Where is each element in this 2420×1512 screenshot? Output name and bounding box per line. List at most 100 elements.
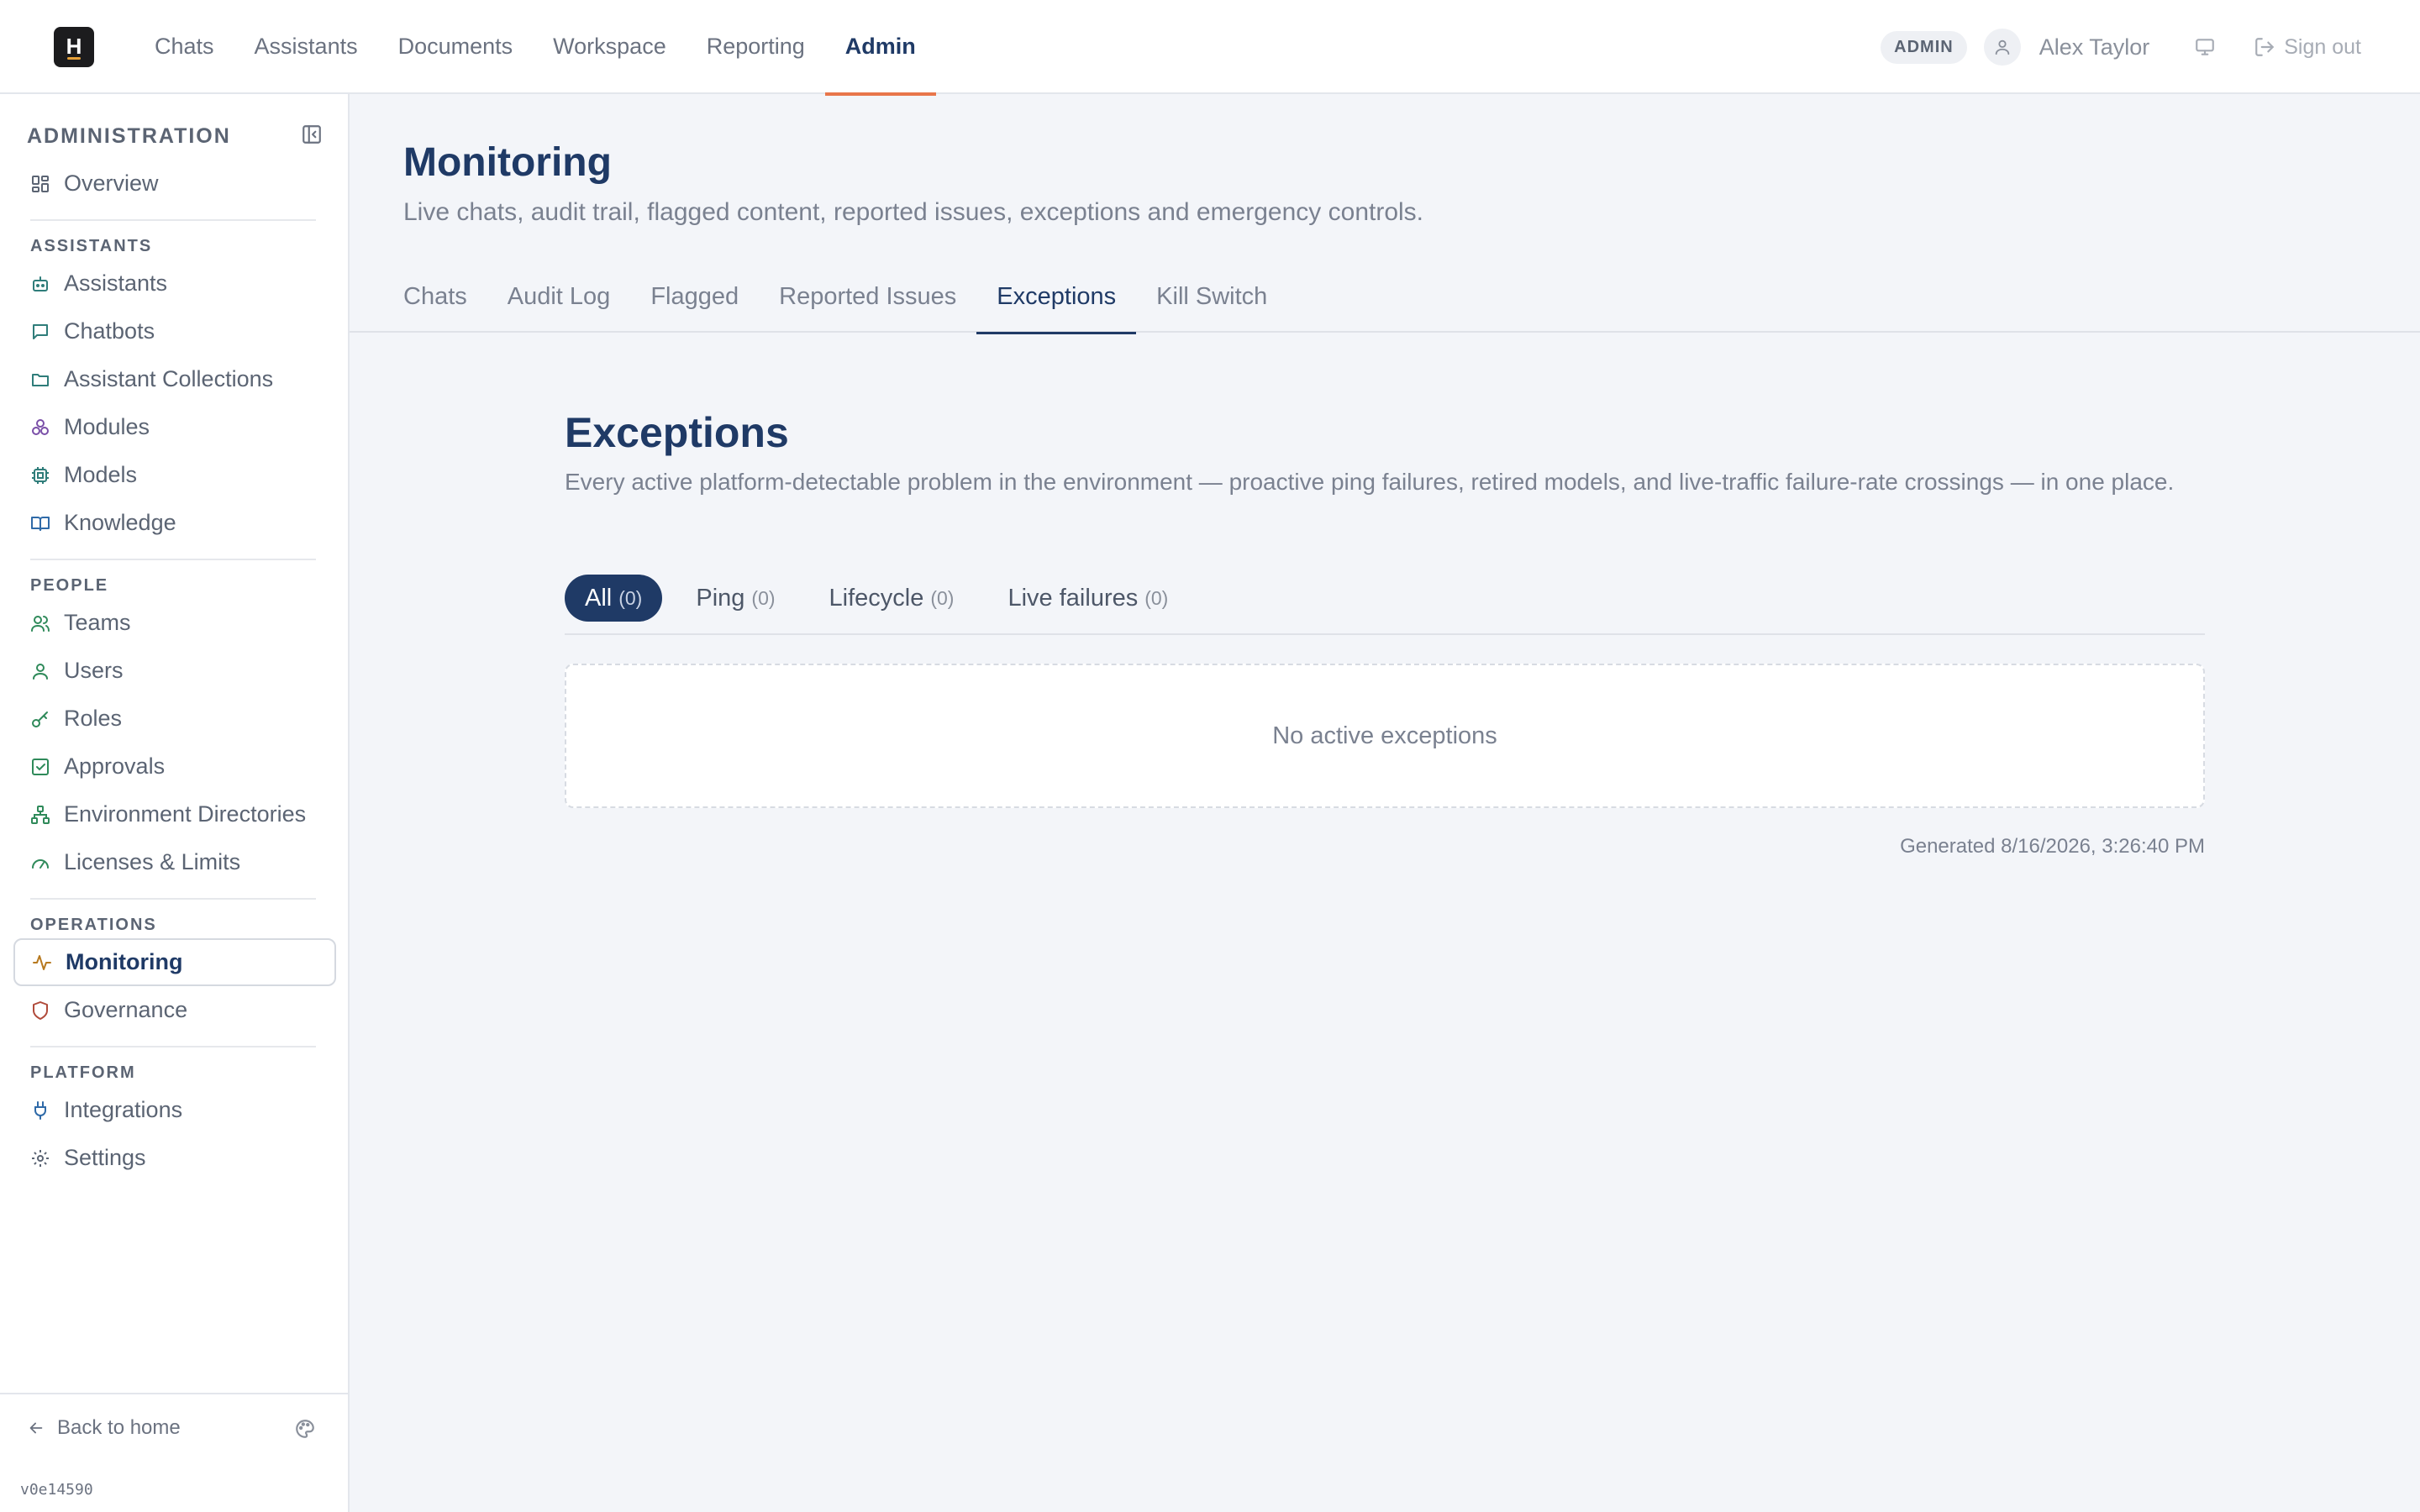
monitoring-tabs: Chats Audit Log Flagged Reported Issues …	[350, 270, 2420, 334]
sidebar-title: ADMINISTRATION	[27, 123, 231, 148]
filter-label: Ping	[696, 584, 745, 612]
divider	[30, 1046, 316, 1047]
sidebar-item-teams[interactable]: Teams	[13, 599, 336, 647]
nav-admin[interactable]: Admin	[824, 0, 936, 96]
tab-flagged[interactable]: Flagged	[630, 270, 759, 333]
tab-chats[interactable]: Chats	[383, 270, 487, 333]
sidebar-item-models[interactable]: Models	[13, 451, 336, 499]
gear-icon	[32, 1149, 49, 1167]
sidebar-item-monitoring[interactable]: Monitoring	[13, 938, 336, 986]
divider	[30, 898, 316, 900]
admin-sidebar: ADMINISTRATION Overview ASSISTANTS Assis…	[0, 94, 350, 1512]
sidebar-header: ADMINISTRATION	[27, 121, 323, 151]
filter-label: Lifecycle	[829, 584, 924, 612]
book-open-icon	[31, 516, 50, 531]
role-badge: ADMIN	[1881, 30, 1967, 64]
tab-reported-issues[interactable]: Reported Issues	[759, 270, 976, 333]
sidebar-item-integrations[interactable]: Integrations	[13, 1086, 336, 1134]
sidebar-item-label: Settings	[64, 1145, 146, 1170]
collapse-sidebar-button[interactable]	[301, 123, 323, 150]
sidebar-item-label: Overview	[64, 171, 159, 196]
section-title: Exceptions	[565, 409, 789, 456]
sidebar-item-licenses-limits[interactable]: Licenses & Limits	[13, 838, 336, 886]
section-description: Every active platform-detectable problem…	[565, 469, 2175, 495]
filter-count: (0)	[751, 586, 776, 609]
sign-out-button[interactable]: Sign out	[2254, 35, 2361, 60]
user-icon	[1995, 39, 2009, 55]
sidebar-item-label: Environment Directories	[64, 801, 307, 827]
user-area: ADMIN Alex Taylor Sign out	[1881, 0, 2361, 94]
shield-icon	[33, 1000, 48, 1020]
page-title: Monitoring	[403, 140, 612, 185]
sidebar-item-roles[interactable]: Roles	[13, 695, 336, 743]
sidebar-item-modules[interactable]: Modules	[13, 403, 336, 451]
display-mode-button[interactable]	[2186, 29, 2223, 66]
nav-workspace[interactable]: Workspace	[533, 0, 687, 94]
sidebar-item-overview[interactable]: Overview	[13, 160, 336, 207]
divider	[30, 219, 316, 221]
filter-label: All	[585, 584, 613, 612]
sidebar-item-label: Assistant Collections	[64, 366, 274, 391]
sidebar-item-assistant-collections[interactable]: Assistant Collections	[13, 355, 336, 403]
sign-out-label: Sign out	[2284, 34, 2361, 59]
sidebar-item-assistants[interactable]: Assistants	[13, 260, 336, 307]
filter-count: (0)	[1144, 586, 1169, 609]
sidebar-item-label: Assistants	[64, 270, 168, 296]
back-to-home-label: Back to home	[57, 1416, 181, 1439]
avatar[interactable]	[1983, 29, 2021, 66]
page-subtitle: Live chats, audit trail, flagged content…	[403, 198, 1424, 226]
filter-label: Live failures	[1007, 584, 1139, 612]
grid-icon	[32, 175, 49, 192]
sign-out-icon	[2255, 38, 2275, 56]
theme-button[interactable]	[294, 1418, 316, 1444]
sidebar-item-chatbots[interactable]: Chatbots	[13, 307, 336, 355]
nav-reporting[interactable]: Reporting	[687, 0, 825, 94]
group-label-assistants: ASSISTANTS	[30, 237, 153, 255]
tab-audit-log[interactable]: Audit Log	[487, 270, 631, 333]
check-square-icon	[32, 758, 49, 775]
nav-assistants[interactable]: Assistants	[234, 0, 378, 94]
filter-count: (0)	[618, 586, 643, 609]
sidebar-item-label: Users	[64, 658, 124, 683]
sidebar-item-settings[interactable]: Settings	[13, 1134, 336, 1182]
gauge-icon	[32, 858, 49, 869]
nav-documents[interactable]: Documents	[378, 0, 534, 94]
activity-icon	[33, 954, 51, 970]
tab-exceptions[interactable]: Exceptions	[976, 270, 1137, 334]
sidebar-item-governance[interactable]: Governance	[13, 986, 336, 1034]
monitor-icon	[2196, 39, 2215, 55]
users-icon	[31, 615, 50, 632]
version-label: v0e14590	[20, 1481, 93, 1499]
group-label-platform: PLATFORM	[30, 1063, 136, 1082]
top-bar: H Chats Assistants Documents Workspace R…	[0, 0, 2420, 96]
filter-lifecycle[interactable]: Lifecycle (0)	[809, 575, 975, 622]
tab-kill-switch[interactable]: Kill Switch	[1136, 270, 1287, 333]
cpu-icon	[32, 466, 49, 484]
empty-state: No active exceptions	[565, 664, 2205, 808]
main-content: Monitoring Live chats, audit trail, flag…	[350, 94, 2420, 1512]
back-to-home-link[interactable]: Back to home	[27, 1416, 181, 1440]
filter-live-failures[interactable]: Live failures (0)	[987, 575, 1188, 622]
sidebar-item-label: Approvals	[64, 753, 166, 779]
sidebar-item-users[interactable]: Users	[13, 647, 336, 695]
filter-all[interactable]: All (0)	[565, 575, 663, 622]
filter-count: (0)	[930, 586, 955, 609]
palette-icon	[296, 1420, 314, 1438]
network-icon	[31, 805, 50, 824]
nav-chats[interactable]: Chats	[134, 0, 234, 94]
sidebar-item-knowledge[interactable]: Knowledge	[13, 499, 336, 547]
app-logo[interactable]: H	[54, 27, 94, 67]
sidebar-item-label: Modules	[64, 414, 150, 439]
sidebar-item-approvals[interactable]: Approvals	[13, 743, 336, 790]
filter-ping[interactable]: Ping (0)	[676, 575, 795, 622]
generated-timestamp: Generated 8/16/2026, 3:26:40 PM	[1900, 835, 2205, 858]
user-name[interactable]: Alex Taylor	[2039, 34, 2150, 60]
bot-icon	[33, 276, 48, 291]
sidebar-item-environment-directories[interactable]: Environment Directories	[13, 790, 336, 838]
sidebar-footer: Back to home v0e14590	[0, 1393, 350, 1512]
plug-icon	[34, 1100, 46, 1120]
arrow-left-icon	[29, 1422, 43, 1434]
empty-state-text: No active exceptions	[1272, 722, 1497, 749]
sidebar-item-label: Chatbots	[64, 318, 155, 344]
boxes-icon	[32, 418, 49, 435]
